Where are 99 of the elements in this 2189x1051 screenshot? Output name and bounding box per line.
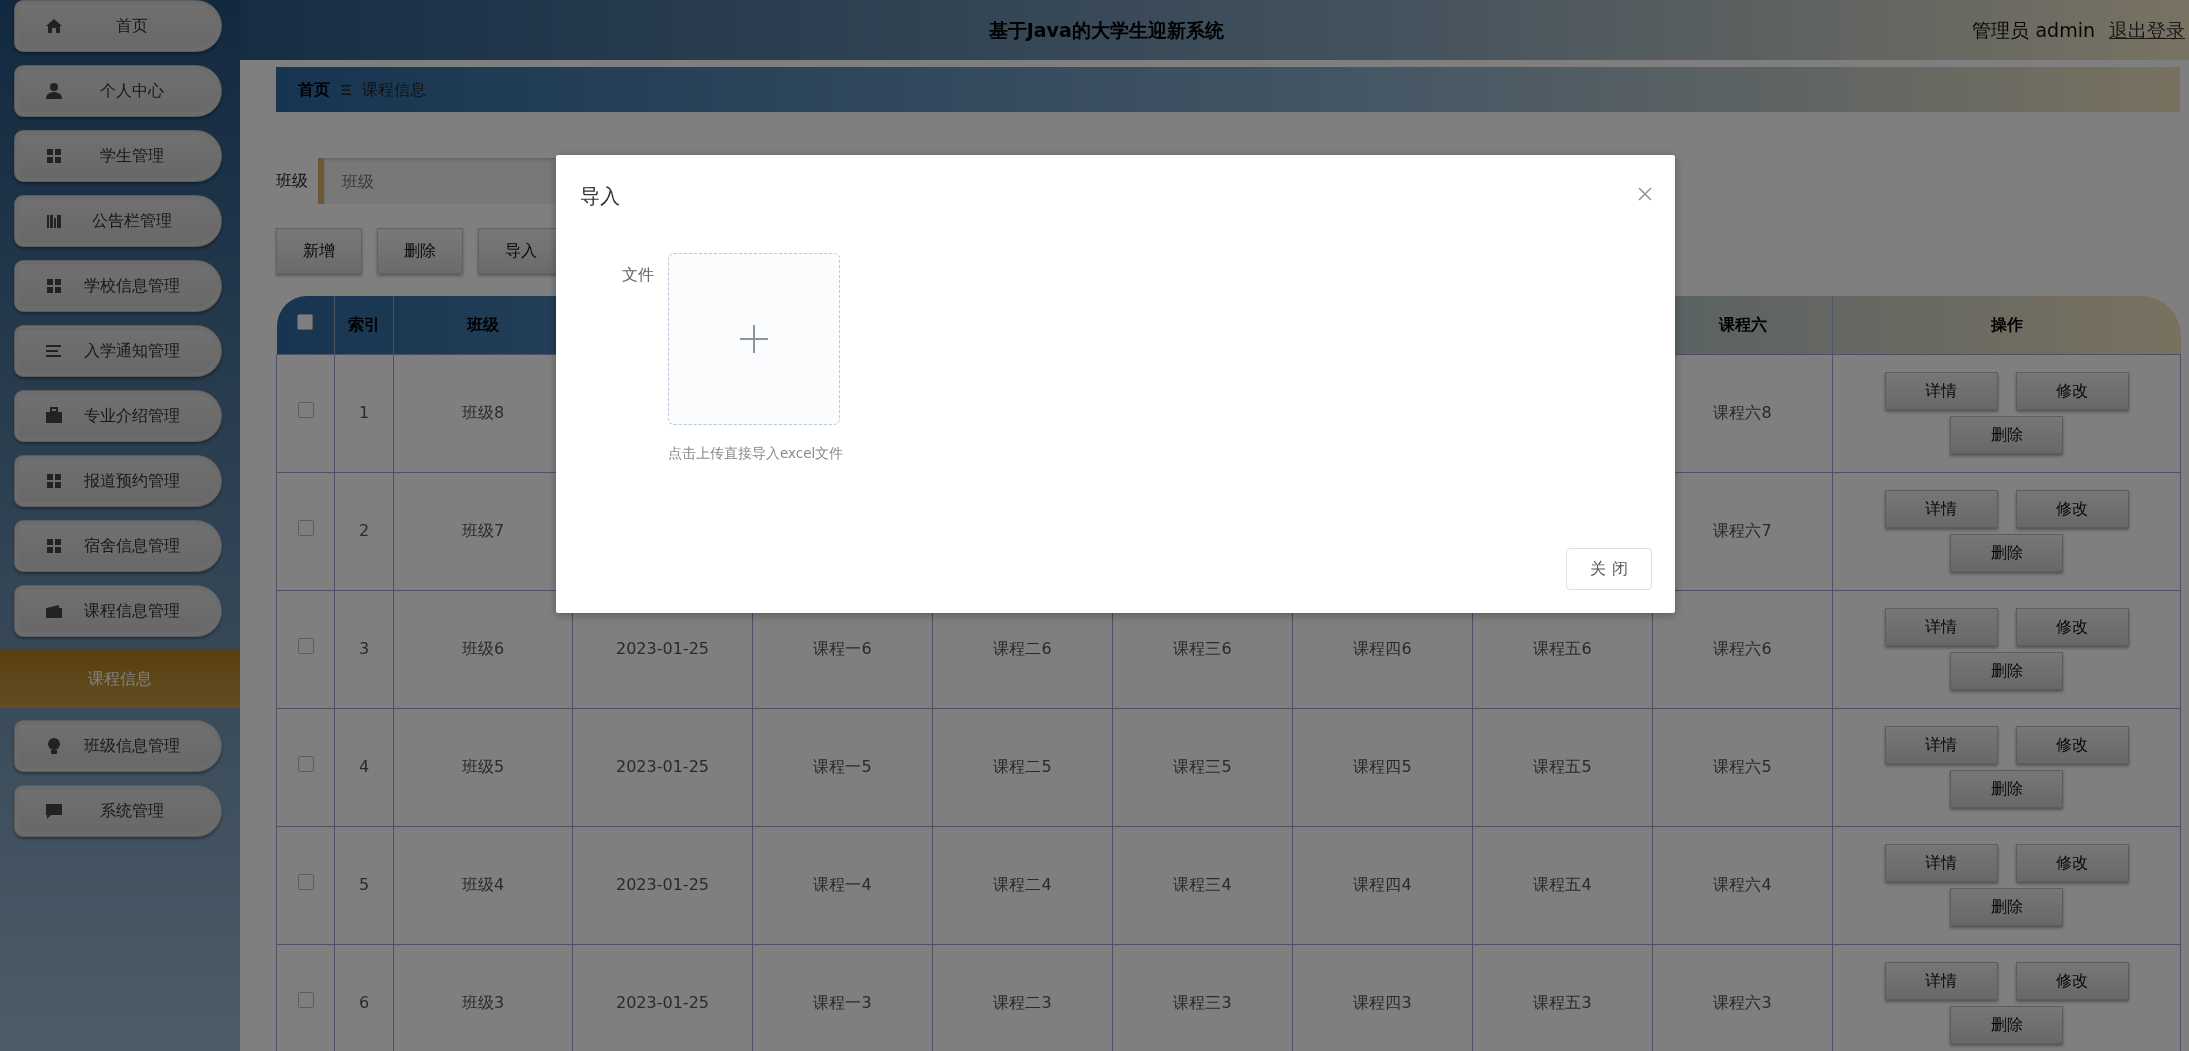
bar-chart-icon bbox=[45, 212, 63, 230]
lightbulb-icon bbox=[45, 737, 63, 755]
wallet-icon bbox=[45, 602, 63, 620]
table-cell: 课程五5 bbox=[1472, 708, 1653, 826]
table-cell: 课程三5 bbox=[1112, 708, 1293, 826]
row-checkbox[interactable] bbox=[297, 874, 314, 890]
toolbar-button[interactable]: 新增 bbox=[276, 228, 362, 274]
action-button[interactable]: 删除 bbox=[1950, 770, 2063, 808]
table-cell: 2023-01-25 bbox=[572, 944, 753, 1051]
grid-icon bbox=[45, 537, 63, 555]
grid-icon bbox=[45, 472, 63, 490]
upload-area[interactable] bbox=[668, 253, 840, 425]
row-checkbox[interactable] bbox=[297, 402, 314, 418]
sidebar-item[interactable]: 专业介绍管理 bbox=[14, 390, 222, 442]
action-button[interactable]: 修改 bbox=[2015, 844, 2129, 882]
breadcrumb-item: 课程信息 bbox=[362, 78, 426, 101]
table-cell: 课程一5 bbox=[752, 708, 933, 826]
sidebar-item[interactable]: 入学通知管理 bbox=[14, 325, 222, 377]
row-checkbox[interactable] bbox=[297, 638, 314, 654]
briefcase-icon bbox=[45, 407, 63, 425]
sidebar-item[interactable]: 系统管理 bbox=[14, 785, 222, 837]
table-cell: 5 bbox=[334, 826, 394, 944]
app-title: 基于Java的大学生迎新系统 bbox=[987, 17, 1225, 43]
table-cell: 班级6 bbox=[393, 590, 573, 708]
action-button[interactable]: 详情 bbox=[1884, 608, 1998, 646]
sidebar-item[interactable]: 公告栏管理 bbox=[14, 195, 222, 247]
table-cell: 班级5 bbox=[393, 708, 573, 826]
table-cell: 课程三4 bbox=[1112, 826, 1293, 944]
column-header: 操作 bbox=[1832, 296, 2181, 354]
chat-icon bbox=[45, 802, 63, 820]
table-cell: 2023-01-25 bbox=[572, 708, 753, 826]
grid-icon bbox=[45, 277, 63, 295]
action-button[interactable]: 修改 bbox=[2015, 726, 2129, 764]
table-cell: 课程六3 bbox=[1652, 944, 1833, 1051]
sidebar-item[interactable]: 首页 bbox=[14, 0, 222, 52]
separator-icon bbox=[340, 83, 352, 96]
toolbar-button[interactable]: 删除 bbox=[377, 228, 463, 274]
table-cell: 课程六5 bbox=[1652, 708, 1833, 826]
action-button[interactable]: 详情 bbox=[1884, 962, 1998, 1000]
action-button[interactable]: 删除 bbox=[1950, 888, 2063, 926]
row-checkbox[interactable] bbox=[297, 992, 314, 1008]
sidebar-item[interactable]: 报道预约管理 bbox=[14, 455, 222, 507]
sidebar-item[interactable]: 班级信息管理 bbox=[14, 720, 222, 772]
action-button[interactable]: 删除 bbox=[1950, 1006, 2063, 1044]
plus-icon bbox=[740, 325, 768, 353]
table-cell: 课程二5 bbox=[932, 708, 1113, 826]
sidebar-item[interactable]: 课程信息管理 bbox=[14, 585, 222, 637]
action-button[interactable]: 修改 bbox=[2015, 490, 2129, 528]
search-field[interactable]: 班级 bbox=[318, 158, 558, 204]
action-button[interactable]: 删除 bbox=[1950, 652, 2063, 690]
table-cell: 3 bbox=[334, 590, 394, 708]
close-icon bbox=[1637, 185, 1653, 202]
user-label: 管理员 admin bbox=[1972, 17, 2095, 43]
logout-link[interactable]: 退出登录 bbox=[2109, 15, 2185, 45]
search-label: 班级 bbox=[276, 170, 308, 192]
dialog-title: 导入 bbox=[580, 183, 620, 210]
table-cell: 课程四4 bbox=[1292, 826, 1473, 944]
action-button[interactable]: 详情 bbox=[1884, 490, 1998, 528]
table-cell: 2 bbox=[334, 472, 394, 590]
sidebar-item[interactable]: 学校信息管理 bbox=[14, 260, 222, 312]
table-cell: 6 bbox=[334, 944, 394, 1051]
action-button[interactable]: 修改 bbox=[2015, 962, 2129, 1000]
home-icon bbox=[45, 17, 63, 35]
column-header: 索引 bbox=[334, 296, 394, 354]
grid-icon bbox=[45, 147, 63, 165]
action-button[interactable]: 修改 bbox=[2015, 372, 2129, 410]
sidebar-item[interactable]: 宿舍信息管理 bbox=[14, 520, 222, 572]
table-cell: 课程五3 bbox=[1472, 944, 1653, 1051]
row-checkbox[interactable] bbox=[297, 520, 314, 536]
close-dialog-button[interactable]: 关 闭 bbox=[1566, 548, 1652, 590]
action-button[interactable]: 详情 bbox=[1884, 726, 1998, 764]
select-all-checkbox[interactable] bbox=[297, 313, 314, 330]
field-label: 文件 bbox=[621, 264, 654, 286]
table-cell: 班级3 bbox=[393, 944, 573, 1051]
table-cell: 2023-01-25 bbox=[572, 826, 753, 944]
row-checkbox[interactable] bbox=[297, 756, 314, 772]
sidebar-item[interactable]: 学生管理 bbox=[14, 130, 222, 182]
table-cell: 4 bbox=[334, 708, 394, 826]
table-cell: 课程二3 bbox=[932, 944, 1113, 1051]
person-icon bbox=[45, 82, 63, 100]
list-icon bbox=[45, 342, 63, 360]
table-cell: 班级4 bbox=[393, 826, 573, 944]
table-cell: 课程六6 bbox=[1652, 590, 1833, 708]
table-cell: 课程三3 bbox=[1112, 944, 1293, 1051]
sidebar-item[interactable]: 个人中心 bbox=[14, 65, 222, 117]
table-cell: 课程一4 bbox=[752, 826, 933, 944]
table-cell: 1 bbox=[334, 354, 394, 472]
table-cell: 课程六4 bbox=[1652, 826, 1833, 944]
action-button[interactable]: 详情 bbox=[1884, 844, 1998, 882]
sidebar-subitem[interactable]: 课程信息 bbox=[0, 650, 240, 708]
action-button[interactable]: 删除 bbox=[1950, 416, 2063, 454]
table-cell: 课程四3 bbox=[1292, 944, 1473, 1051]
table-cell: 课程五4 bbox=[1472, 826, 1653, 944]
action-button[interactable]: 修改 bbox=[2015, 608, 2129, 646]
table-cell: 课程四5 bbox=[1292, 708, 1473, 826]
action-button[interactable]: 删除 bbox=[1950, 534, 2063, 572]
table-cell: 课程二4 bbox=[932, 826, 1113, 944]
table-cell: 课程一3 bbox=[752, 944, 933, 1051]
action-button[interactable]: 详情 bbox=[1884, 372, 1998, 410]
